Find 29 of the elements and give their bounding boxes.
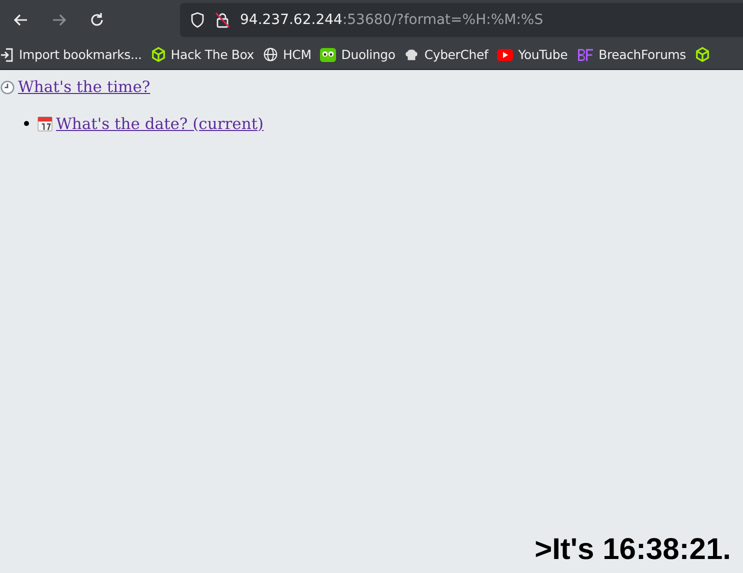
forward-arrow-icon bbox=[51, 12, 67, 28]
cube-icon bbox=[694, 47, 710, 62]
play-icon bbox=[497, 48, 514, 60]
bookmark-icon[interactable] bbox=[694, 47, 710, 62]
back-arrow-icon bbox=[13, 12, 29, 28]
cube-icon bbox=[150, 47, 166, 62]
bookmark[interactable]: Hack The Box bbox=[150, 47, 254, 62]
bookmark[interactable]: Import bookmarks... bbox=[0, 47, 142, 62]
date-link[interactable]: What's the date? (current) bbox=[37, 114, 264, 132]
globe-icon bbox=[262, 47, 278, 62]
calendar-icon bbox=[37, 116, 53, 132]
bookmark[interactable]: CyberChef bbox=[404, 47, 488, 62]
shield-icon bbox=[190, 12, 205, 28]
bookmark[interactable]: BreachForums bbox=[576, 47, 686, 62]
bullet-icon bbox=[24, 121, 29, 126]
clock-icon bbox=[0, 80, 15, 94]
reload-icon bbox=[89, 12, 105, 28]
owl-icon bbox=[320, 46, 336, 62]
chef-hat-icon bbox=[404, 47, 420, 62]
address-bar[interactable]: 94.237.62.244:53680/?format=%H:%M:%S bbox=[180, 3, 743, 37]
logo-icon bbox=[576, 48, 594, 62]
url-text: 94.237.62.244:53680/?format=%H:%M:%S bbox=[240, 12, 544, 28]
insecure-lock-icon bbox=[215, 12, 230, 28]
time-link[interactable]: What's the time? bbox=[0, 78, 150, 96]
bookmark[interactable]: HCM bbox=[262, 47, 312, 62]
time-output: >It's 16:38:21. bbox=[534, 533, 732, 568]
import-icon bbox=[0, 48, 14, 62]
bookmark[interactable]: Duolingo bbox=[320, 46, 396, 62]
bookmark[interactable]: YouTube bbox=[497, 47, 568, 62]
